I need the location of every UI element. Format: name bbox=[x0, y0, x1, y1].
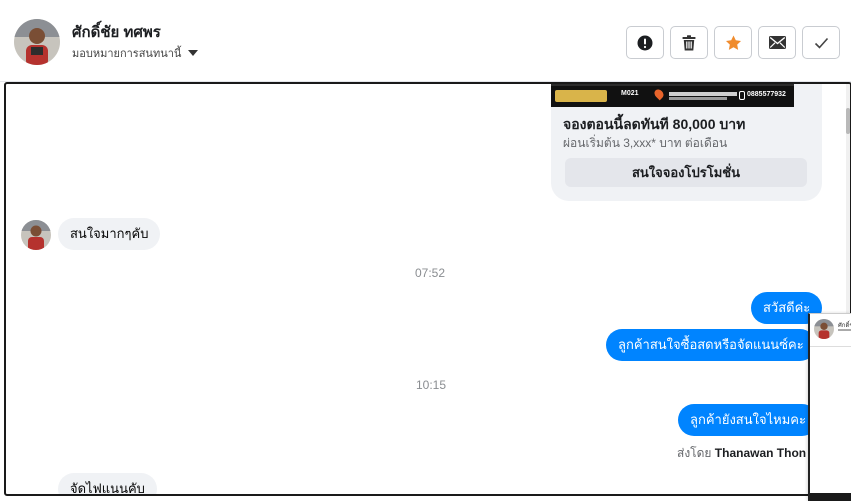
promo-title: จองตอนนี้ลดทันที 80,000 บาท bbox=[563, 116, 746, 132]
sent-by-label: ส่งโดย Thanawan Thon bbox=[677, 444, 806, 463]
promo-card: M021 0885577932 จองตอนนี้ลดทันที 80,000 … bbox=[551, 84, 822, 201]
message-thread[interactable]: M021 0885577932 จองตอนนี้ลดทันที 80,000 … bbox=[4, 82, 851, 496]
phone-icon bbox=[739, 91, 745, 100]
incoming-message: สนใจมากๆคับ bbox=[58, 218, 161, 250]
outgoing-message: ลูกค้ายังสนใจไหมคะ bbox=[678, 404, 818, 436]
envelope-icon bbox=[768, 36, 786, 49]
contact-avatar[interactable] bbox=[14, 19, 60, 65]
floating-chat-window[interactable]: ศักดิ์ชั bbox=[808, 313, 851, 501]
assign-label: มอบหมายการสนทนานี้ bbox=[72, 48, 182, 60]
report-button[interactable] bbox=[626, 26, 664, 59]
promo-subtitle: ผ่อนเริ่มต้น 3,xxx* บาท ต่อเดือน bbox=[563, 136, 728, 150]
done-button[interactable] bbox=[802, 26, 840, 59]
timestamp: 10:15 bbox=[416, 378, 447, 392]
check-icon bbox=[814, 37, 828, 49]
promo-book-button[interactable]: สนใจจองโปรโมชั่น bbox=[565, 158, 807, 187]
sent-by-prefix: ส่งโดย bbox=[677, 446, 712, 460]
action-toolbar bbox=[626, 26, 840, 59]
incoming-message: จัดไฟแนนคับ bbox=[58, 473, 157, 494]
promo-banner-image: M021 0885577932 bbox=[551, 84, 794, 107]
timestamp: 07:52 bbox=[415, 266, 446, 280]
star-button[interactable] bbox=[714, 26, 752, 59]
banner-phone: 0885577932 bbox=[747, 91, 786, 98]
sender-avatar bbox=[21, 220, 51, 250]
banner-code: M021 bbox=[621, 90, 639, 97]
exclamation-icon bbox=[637, 35, 653, 50]
assign-conversation-dropdown[interactable]: มอบหมายการสนทนานี้ bbox=[72, 44, 199, 62]
sent-by-agent-name: Thanawan Thon bbox=[714, 446, 807, 460]
trash-icon bbox=[682, 34, 696, 50]
banner-address-line bbox=[669, 92, 737, 96]
banner-address-line bbox=[669, 97, 727, 100]
scrollbar-thumb[interactable] bbox=[846, 108, 850, 134]
outgoing-message: ลูกค้าสนใจซื้อสดหรือจัดแนนซ์คะ bbox=[606, 329, 816, 361]
mark-unread-button[interactable] bbox=[758, 26, 796, 59]
caret-down-icon bbox=[188, 50, 199, 56]
contact-name: ศักดิ์ชัย ทศพร bbox=[72, 24, 161, 41]
conversation-header: ศักดิ์ชัย ทศพร มอบหมายการสนทนานี้ bbox=[0, 0, 851, 82]
star-icon bbox=[725, 35, 741, 50]
dealer-logo bbox=[555, 90, 607, 102]
delete-button[interactable] bbox=[670, 26, 708, 59]
floating-chat-avatar bbox=[814, 319, 834, 339]
